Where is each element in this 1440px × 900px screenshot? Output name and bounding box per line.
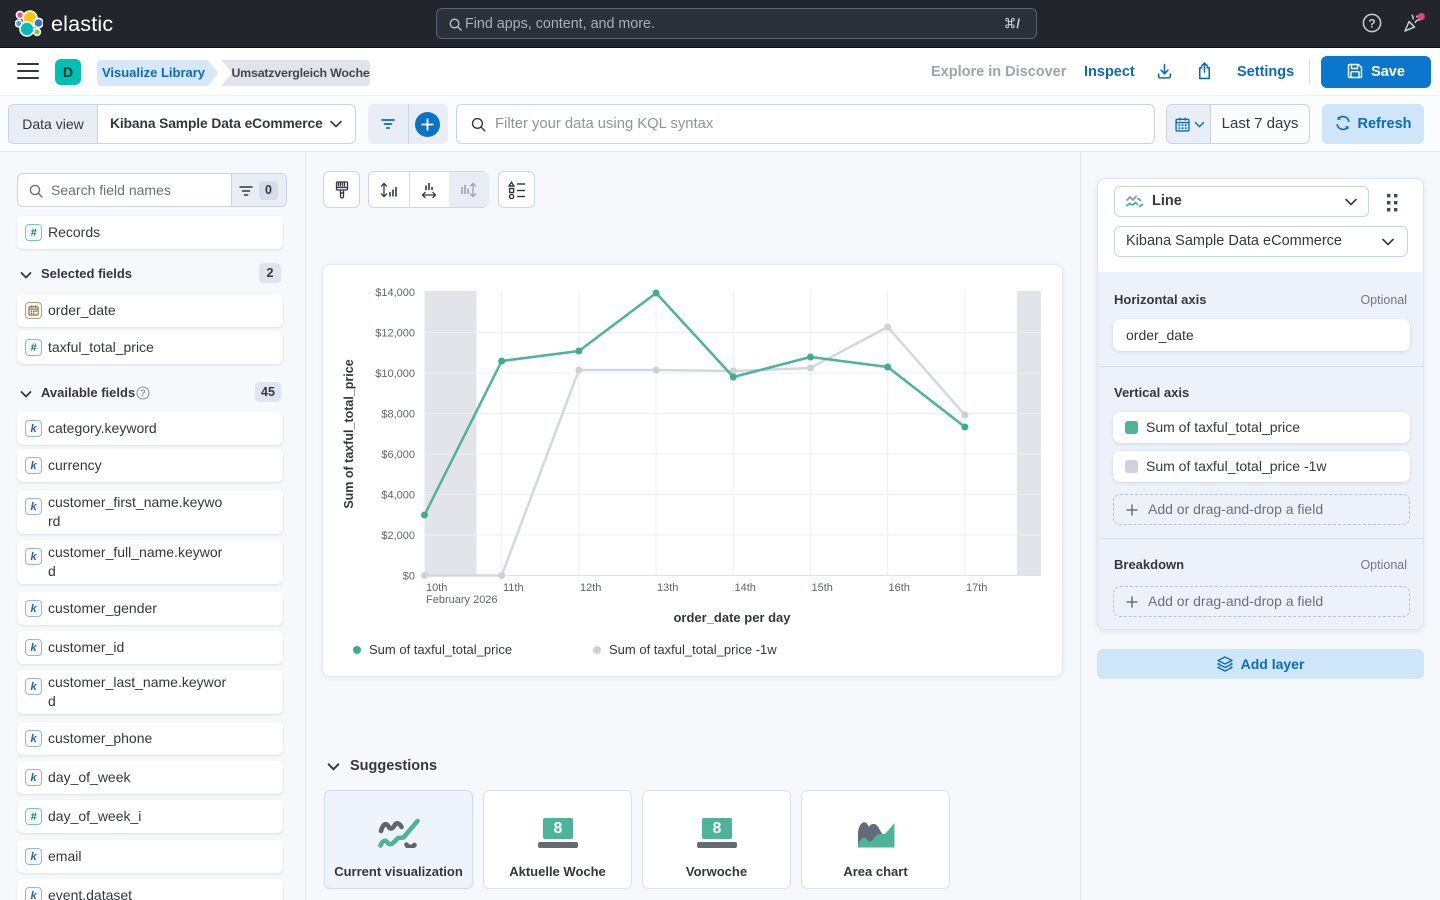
svg-text:11th: 11th [503,582,524,594]
svg-text:15th: 15th [812,582,833,594]
svg-text:?: ? [140,388,146,398]
svg-text:16th: 16th [889,582,910,594]
svg-text:$10,000: $10,000 [375,368,415,380]
svg-text:$14,000: $14,000 [375,287,415,299]
svg-text:February 2026: February 2026 [426,594,498,606]
svg-text:$6,000: $6,000 [381,449,415,461]
svg-text:Sum of taxful_total_price: Sum of taxful_total_price [342,359,356,508]
svg-text:$12,000: $12,000 [375,328,415,340]
svg-text:17th: 17th [966,582,987,594]
svg-text:Sum of taxful_total_price: Sum of taxful_total_price [369,642,512,657]
svg-text:$2,000: $2,000 [381,530,415,542]
svg-text:$8,000: $8,000 [381,409,415,421]
svg-text:?: ? [1368,16,1375,30]
svg-text:14th: 14th [735,582,756,594]
svg-text:$4,000: $4,000 [381,490,415,502]
svg-text:13th: 13th [657,582,678,594]
svg-text:Sum of taxful_total_price -1w: Sum of taxful_total_price -1w [609,642,777,657]
svg-text:10th: 10th [426,582,447,594]
svg-text:12th: 12th [580,582,601,594]
svg-text:$0: $0 [403,571,415,583]
svg-text:order_date per day: order_date per day [673,610,791,625]
